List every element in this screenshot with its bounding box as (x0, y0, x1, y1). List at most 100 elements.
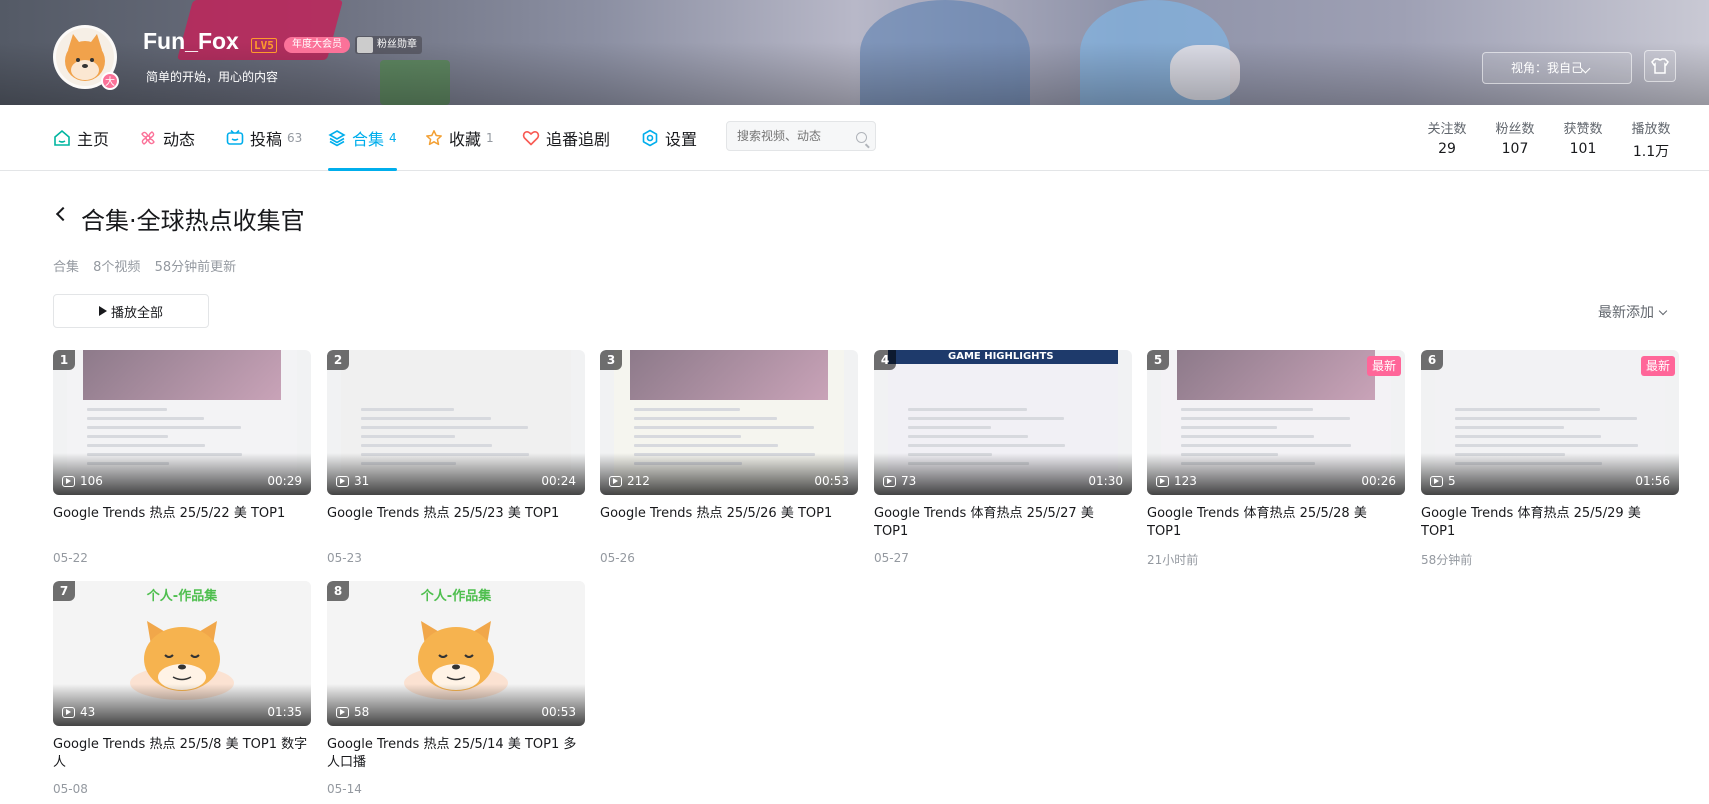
signature[interactable]: 简单的开始，用心的内容 (146, 68, 278, 85)
play-count: 212 (609, 474, 650, 488)
view-as-label: 视角：我自己 (1511, 61, 1584, 75)
play-count-icon (62, 706, 75, 718)
play-count-icon (609, 475, 622, 487)
video-card[interactable]: 3 212 00:53 Google Trends 热点 25/5/26 美 T… (600, 350, 858, 565)
view-as-dropdown[interactable]: 视角：我自己 (1482, 52, 1632, 84)
avatar-badge: 大 (101, 72, 119, 90)
play-count-value: 106 (80, 474, 103, 488)
play-count: 43 (62, 705, 95, 719)
play-count-value: 212 (627, 474, 650, 488)
video-index: 3 (600, 350, 622, 370)
dress-up-button[interactable] (1644, 50, 1676, 82)
video-thumbnail[interactable]: 个人-作品集 8 58 00:53 (327, 581, 585, 726)
video-index: 2 (327, 350, 349, 370)
sort-dropdown[interactable]: 最新添加 (1598, 302, 1668, 322)
collection-video-count: 8个视频 (93, 260, 141, 275)
video-card[interactable]: 6 最新 5 01:56 Google Trends 体育热点 25/5/29 … (1421, 350, 1679, 568)
play-count-icon (336, 475, 349, 487)
tab-home[interactable]: 主页 (53, 105, 109, 171)
video-title[interactable]: Google Trends 体育热点 25/5/28 美 TOP1 (1147, 505, 1405, 541)
collection-title: 合集·全球热点收集官 (81, 207, 305, 235)
tab-settings[interactable]: 设置 (641, 105, 697, 171)
play-count-value: 73 (901, 474, 917, 488)
video-title[interactable]: Google Trends 热点 25/5/23 美 TOP1 (327, 505, 585, 541)
video-card[interactable]: 5 最新 123 00:26 Google Trends 体育热点 25/5/2… (1147, 350, 1405, 568)
stat-label: 关注数 (1427, 122, 1467, 137)
video-card[interactable]: 1 106 00:29 Google Trends 热点 25/5/22 美 T… (53, 350, 311, 565)
video-card[interactable]: GAME HIGHLIGHTS 4 73 01:30 Google Trends… (874, 350, 1132, 565)
stat-value: 107 (1501, 141, 1529, 157)
collection-meta: 合集 8个视频 58分钟前更新 (53, 256, 246, 275)
video-date: 05-23 (327, 551, 362, 565)
video-duration: 00:29 (267, 474, 302, 488)
vip-badge[interactable]: 年度大会员 (284, 37, 350, 53)
play-count-icon (883, 475, 896, 487)
video-thumbnail[interactable]: 个人-作品集 7 43 01:35 (53, 581, 311, 726)
video-index: 8 (327, 581, 349, 601)
search-input[interactable] (726, 121, 876, 151)
shirt-icon (1651, 58, 1669, 74)
video-thumbnail[interactable]: GAME HIGHLIGHTS 4 73 01:30 (874, 350, 1132, 495)
video-duration: 01:56 (1635, 474, 1670, 488)
layers-icon (328, 130, 346, 147)
video-title[interactable]: Google Trends 热点 25/5/8 美 TOP1 数字人 (53, 736, 311, 772)
tab-collections[interactable]: 合集 4 (328, 105, 397, 171)
video-date: 05-22 (53, 551, 88, 565)
video-title[interactable]: Google Trends 体育热点 25/5/27 美 TOP1 (874, 505, 1132, 541)
settings-icon (642, 129, 658, 147)
video-duration: 00:53 (541, 705, 576, 719)
play-count: 123 (1156, 474, 1197, 488)
collection-updated: 58分钟前更新 (154, 260, 237, 275)
video-title[interactable]: Google Trends 热点 25/5/14 美 TOP1 多人口播 (327, 736, 585, 772)
stat-followers[interactable]: 粉丝数 107 (1485, 118, 1545, 157)
video-card[interactable]: 个人-作品集 7 43 01:35 Google Trends 热点 25/5/… (53, 581, 311, 796)
tab-bangumi[interactable]: 追番追剧 (522, 105, 610, 171)
dynamic-icon (141, 131, 155, 145)
video-duration: 00:53 (814, 474, 849, 488)
back-arrow-icon[interactable] (55, 206, 71, 222)
video-card[interactable]: 2 31 00:24 Google Trends 热点 25/5/23 美 TO… (327, 350, 585, 565)
video-thumbnail[interactable]: 5 最新 123 00:26 (1147, 350, 1405, 495)
video-date: 58分钟前 (1421, 553, 1473, 567)
video-title[interactable]: Google Trends 体育热点 25/5/29 美 TOP1 (1421, 505, 1679, 541)
stat-label: 粉丝数 (1495, 122, 1535, 137)
video-thumbnail[interactable]: 1 106 00:29 (53, 350, 311, 495)
tab-collections-label: 合集 (352, 130, 385, 149)
tab-favorites[interactable]: 收藏 1 (425, 105, 494, 171)
fan-medal-button[interactable]: 粉丝勋章 (355, 36, 422, 54)
stat-following[interactable]: 关注数 29 (1417, 118, 1477, 157)
play-count-icon (62, 475, 75, 487)
tab-dynamic[interactable]: 动态 (139, 105, 195, 171)
video-thumbnail[interactable]: 3 212 00:53 (600, 350, 858, 495)
level-badge: LV5 (251, 38, 277, 53)
play-count-value: 31 (354, 474, 370, 488)
video-thumbnail[interactable]: 2 31 00:24 (327, 350, 585, 495)
stat-label: 获赞数 (1563, 122, 1603, 137)
video-index: 1 (53, 350, 75, 370)
video-card[interactable]: 个人-作品集 8 58 00:53 Google Trends 热点 25/5/… (327, 581, 585, 796)
video-date: 05-27 (874, 551, 909, 565)
tab-home-label: 主页 (77, 130, 110, 149)
play-count: 73 (883, 474, 916, 488)
video-duration: 00:24 (541, 474, 576, 488)
collection-type: 合集 (53, 260, 80, 275)
play-count-value: 123 (1174, 474, 1197, 488)
search-icon[interactable] (856, 132, 867, 143)
video-index: 4 (874, 350, 896, 370)
video-date: 05-26 (600, 551, 635, 565)
video-thumbnail[interactable]: 6 最新 5 01:56 (1421, 350, 1679, 495)
play-count-value: 5 (1448, 474, 1456, 488)
tab-uploads[interactable]: 投稿 63 (226, 105, 302, 171)
stat-value: 101 (1569, 141, 1597, 157)
video-title[interactable]: Google Trends 热点 25/5/22 美 TOP1 (53, 505, 311, 541)
play-count-value: 58 (354, 705, 370, 719)
home-icon (54, 129, 70, 146)
play-all-label: 播放全部 (110, 305, 163, 321)
stat-value: 1.1万 (1632, 144, 1670, 160)
play-all-button[interactable]: 播放全部 (53, 294, 209, 328)
video-title[interactable]: Google Trends 热点 25/5/26 美 TOP1 (600, 505, 858, 541)
play-count: 106 (62, 474, 103, 488)
video-index: 6 (1421, 350, 1443, 370)
stat-plays: 播放数 1.1万 (1621, 118, 1681, 161)
video-date: 05-14 (327, 782, 362, 796)
